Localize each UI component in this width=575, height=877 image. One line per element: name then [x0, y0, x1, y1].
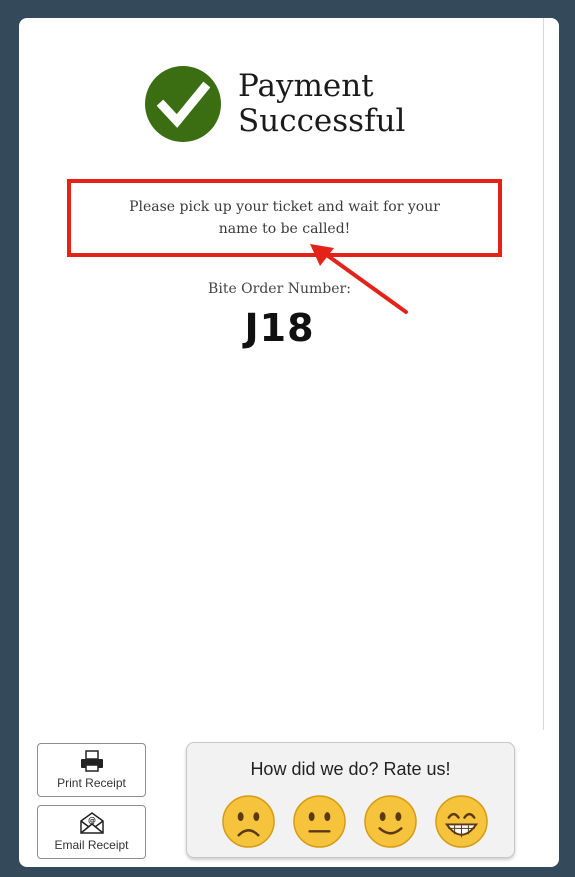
pickup-notice-box: Please pick up your ticket and wait for … — [67, 179, 502, 257]
order-number-label: Bite Order Number: — [208, 281, 351, 297]
payment-card: Payment Successful Please pick up your t… — [19, 18, 559, 867]
print-receipt-button[interactable]: Print Receipt — [37, 743, 146, 797]
rating-options — [221, 794, 489, 849]
payment-header: Payment Successful — [145, 66, 405, 142]
title-line-1: Payment — [238, 68, 374, 104]
order-number-value: J18 — [244, 306, 315, 350]
rating-title: How did we do? Rate us! — [250, 759, 451, 779]
scrollbar-track[interactable] — [543, 18, 544, 730]
title-line-2: Successful — [238, 103, 406, 139]
print-receipt-label: Print Receipt — [57, 776, 126, 790]
grinning-face-icon[interactable] — [434, 794, 489, 849]
frowning-face-icon[interactable] — [221, 794, 276, 849]
pickup-notice-text: Please pick up your ticket and wait for … — [129, 199, 440, 237]
svg-text:@: @ — [88, 816, 96, 825]
neutral-face-icon[interactable] — [292, 794, 347, 849]
checkmark-icon — [145, 66, 221, 142]
email-envelope-icon: @ — [79, 812, 104, 834]
email-receipt-label: Email Receipt — [54, 838, 129, 852]
email-receipt-button[interactable]: @ Email Receipt — [37, 805, 146, 859]
printer-icon — [80, 750, 103, 772]
rating-panel: How did we do? Rate us! — [186, 742, 515, 858]
slightly-smiling-face-icon[interactable] — [363, 794, 418, 849]
page-title: Payment Successful — [238, 69, 405, 139]
